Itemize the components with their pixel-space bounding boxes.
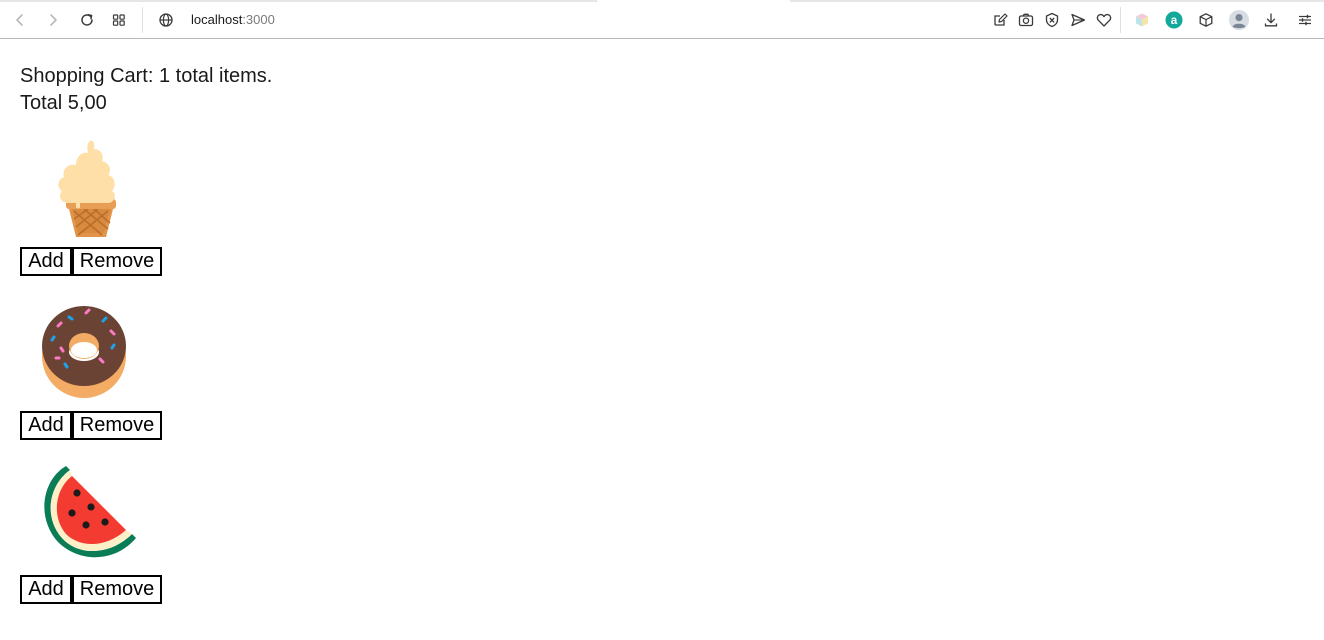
product-ice-cream: Add Remove bbox=[20, 137, 320, 277]
address-host: localhost bbox=[191, 12, 243, 27]
add-button[interactable]: Add bbox=[20, 575, 72, 604]
tab-grid-icon[interactable] bbox=[108, 9, 130, 31]
settings-sliders-icon[interactable] bbox=[1294, 9, 1316, 31]
reload-icon[interactable] bbox=[76, 9, 98, 31]
donut-icon bbox=[42, 306, 126, 398]
donut-actions: Add Remove bbox=[20, 411, 162, 440]
cube-extension-icon[interactable] bbox=[1131, 9, 1153, 31]
toolbar-divider bbox=[1120, 7, 1121, 33]
svg-text:a: a bbox=[1171, 13, 1178, 27]
address-bar[interactable]: localhost:3000 bbox=[191, 12, 275, 28]
add-button[interactable]: Add bbox=[20, 247, 72, 276]
shield-block-icon[interactable] bbox=[1041, 9, 1063, 31]
toolbar-divider bbox=[142, 7, 143, 33]
a-extension-icon[interactable]: a bbox=[1163, 9, 1185, 31]
ice-cream-actions: Add Remove bbox=[20, 247, 162, 276]
globe-icon[interactable] bbox=[155, 9, 177, 31]
back-icon[interactable] bbox=[9, 9, 31, 31]
forward-icon[interactable] bbox=[42, 9, 64, 31]
remove-button[interactable]: Remove bbox=[72, 575, 162, 604]
profile-avatar-icon[interactable] bbox=[1228, 9, 1250, 31]
box-icon[interactable] bbox=[1195, 9, 1217, 31]
cart-items-count: Shopping Cart: 1 total items. bbox=[20, 65, 273, 87]
camera-icon[interactable] bbox=[1015, 9, 1037, 31]
address-port: :3000 bbox=[242, 12, 275, 27]
tab-strip bbox=[0, 0, 1324, 2]
edit-page-icon[interactable] bbox=[989, 9, 1011, 31]
cart-summary: Shopping Cart: 1 total items. Total 5,00 bbox=[20, 63, 272, 117]
browser-toolbar: localhost:3000 a bbox=[0, 0, 1324, 39]
heart-icon[interactable] bbox=[1093, 9, 1115, 31]
watermelon-icon bbox=[44, 466, 136, 558]
page-content: Shopping Cart: 1 total items. Total 5,00… bbox=[0, 40, 1324, 640]
remove-button[interactable]: Remove bbox=[72, 247, 162, 276]
add-button[interactable]: Add bbox=[20, 411, 72, 440]
remove-button[interactable]: Remove bbox=[72, 411, 162, 440]
watermelon-actions: Add Remove bbox=[20, 575, 162, 604]
product-donut: Add Remove bbox=[20, 296, 320, 441]
cart-total: Total 5,00 bbox=[20, 92, 107, 114]
ice-cream-icon bbox=[58, 140, 116, 237]
download-icon[interactable] bbox=[1260, 9, 1282, 31]
send-icon[interactable] bbox=[1067, 9, 1089, 31]
active-tab-indicator[interactable] bbox=[597, 0, 790, 2]
product-watermelon: Add Remove bbox=[20, 460, 320, 605]
